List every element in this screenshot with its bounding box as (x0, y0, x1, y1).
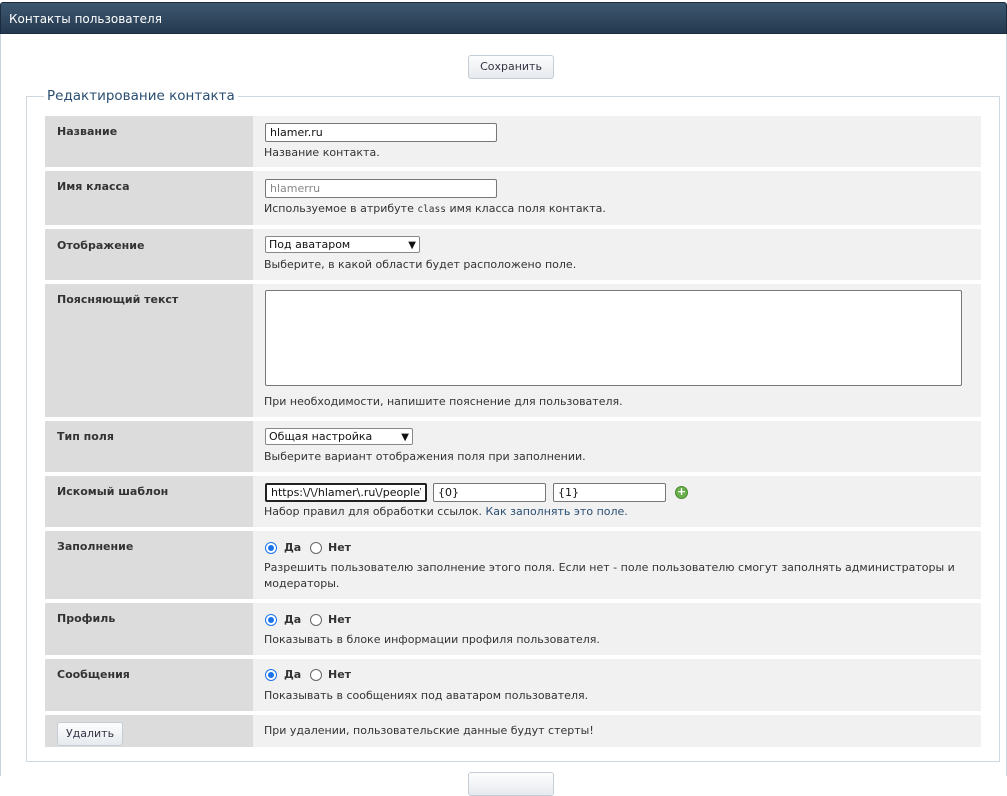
messages-yes-radio[interactable] (265, 669, 277, 681)
filling-hint-line1: Разрешить пользователю заполнение этого … (264, 561, 955, 574)
name-hint: Название контакта. (264, 146, 380, 159)
profile-hint: Показывать в блоке информации профиля по… (264, 633, 600, 646)
window-titlebar: Контакты пользователя (0, 2, 1007, 34)
delete-button[interactable]: Удалить (57, 722, 123, 746)
row-profile: Профиль Да Нет Показывать в блоке информ… (45, 603, 981, 655)
filling-yes-label[interactable]: Да (284, 541, 301, 554)
save-button[interactable]: Сохранить (468, 55, 554, 79)
name-label: Название (57, 125, 118, 138)
window-title: Контакты пользователя (9, 12, 162, 26)
class-name-hint: Используемое в атрибуте class имя класса… (264, 202, 606, 215)
class-name-label: Имя класса (57, 180, 130, 193)
display-label: Отображение (57, 239, 145, 252)
row-field-type: Тип поля Общая настройка ▼ Выберите вариа… (45, 421, 981, 472)
pattern-help-link[interactable]: Как заполнять это поле. (485, 505, 627, 518)
chevron-down-icon: ▼ (401, 432, 409, 443)
row-filling: Заполнение Да Нет Разрешить пользователю… (45, 531, 981, 599)
class-name-input[interactable] (265, 179, 497, 198)
chevron-down-icon: ▼ (408, 240, 416, 251)
field-type-select[interactable]: Общая настройка ▼ (265, 428, 413, 445)
filling-hint-line2: модераторы. (264, 577, 340, 590)
filling-no-label[interactable]: Нет (328, 541, 351, 554)
delete-hint: При удалении, пользовательские данные бу… (264, 724, 594, 737)
row-delete: Удалить При удалении, пользовательские д… (45, 715, 981, 747)
explain-textarea[interactable] (265, 290, 962, 386)
profile-yes-label[interactable]: Да (284, 613, 301, 626)
profile-yes-radio[interactable] (265, 614, 277, 626)
fieldset-legend: Редактирование контакта (44, 88, 238, 104)
name-input[interactable] (265, 123, 497, 142)
filling-yes-radio[interactable] (265, 542, 277, 554)
field-type-label: Тип поля (57, 430, 114, 443)
filling-no-radio[interactable] (310, 542, 322, 554)
profile-no-radio[interactable] (310, 614, 322, 626)
pattern-regex-input[interactable] (265, 483, 427, 502)
messages-yes-label[interactable]: Да (284, 668, 301, 681)
pattern-hint: Набор правил для обработки ссылок. Как з… (264, 505, 628, 518)
pattern-repl0-input[interactable] (433, 483, 546, 502)
explain-hint: При необходимости, напишите пояснение дл… (264, 395, 623, 408)
display-hint: Выберите, в какой области будет располож… (264, 258, 577, 271)
row-display: Отображение Под аватаром ▼ Выберите, в ка… (45, 229, 981, 280)
field-type-hint: Выберите вариант отображения поля при за… (264, 450, 586, 463)
row-messages: Сообщения Да Нет Показывать в сообщениях… (45, 659, 981, 711)
messages-no-radio[interactable] (310, 669, 322, 681)
row-class-name: Имя класса Используемое в атрибуте class… (45, 171, 981, 225)
display-select[interactable]: Под аватаром ▼ (265, 236, 420, 253)
profile-no-label[interactable]: Нет (328, 613, 351, 626)
explain-label: Поясняющий текст (57, 293, 179, 306)
profile-label: Профиль (57, 612, 116, 625)
row-explain: Поясняющий текст При необходимости, напи… (45, 284, 981, 417)
row-pattern: Искомый шаблон + Набор правил для обрабо… (45, 476, 981, 527)
row-name: Название Название контакта. (45, 116, 981, 167)
messages-no-label[interactable]: Нет (328, 668, 351, 681)
pattern-label: Искомый шаблон (57, 485, 169, 498)
pattern-repl1-input[interactable] (553, 483, 666, 502)
messages-label: Сообщения (57, 668, 130, 681)
add-pattern-icon[interactable]: + (675, 486, 688, 499)
messages-hint: Показывать в сообщениях под аватаром пол… (264, 689, 589, 702)
filling-label: Заполнение (57, 540, 134, 553)
